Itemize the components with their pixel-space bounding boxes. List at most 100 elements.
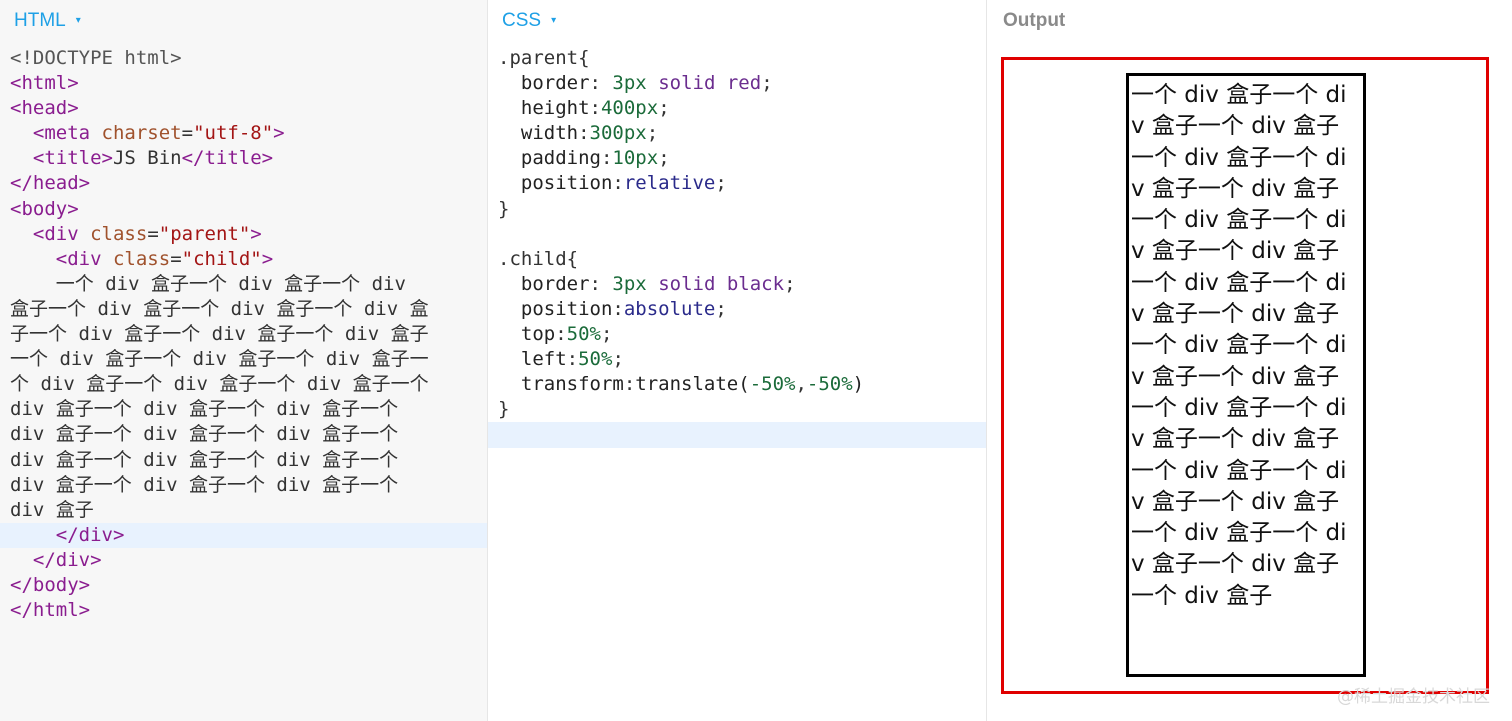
code-line: <head> xyxy=(0,96,487,121)
code-line: </head> xyxy=(0,171,487,196)
code-token: ) xyxy=(852,373,865,396)
css-number: 10px xyxy=(612,147,659,170)
css-number: -50% xyxy=(806,373,853,396)
code-token: = xyxy=(147,222,159,245)
text-token: div 盒子一个 div 盒子一个 div 盒子一个 xyxy=(10,398,399,421)
tag-token: > xyxy=(261,247,274,270)
tag-token: </div xyxy=(32,548,91,571)
code-line: <body> xyxy=(0,197,487,222)
css-number: 300px xyxy=(589,122,647,145)
tag-token: > xyxy=(67,197,79,220)
tag-token: > xyxy=(112,523,125,546)
css-property: width xyxy=(520,122,579,145)
chevron-down-icon[interactable]: ▾ xyxy=(551,15,556,26)
text-token: 子一个 div 盒子一个 div 盒子一个 div 盒子 xyxy=(10,323,429,346)
css-property: position xyxy=(520,297,613,320)
code-line: } xyxy=(488,197,986,222)
tag-token: > xyxy=(273,122,285,145)
text-token: 个 div 盒子一个 div 盒子一个 div 盒子一个 xyxy=(10,373,429,396)
string-token: "parent" xyxy=(158,222,251,245)
css-code-editor[interactable]: .parent{ border: 3px solid red; height:4… xyxy=(488,46,986,448)
tag-token: > xyxy=(90,548,102,571)
code-line: left:50%; xyxy=(488,347,986,372)
tag-token: <div xyxy=(32,222,79,245)
html-panel-tab[interactable]: HTML ▾ xyxy=(14,10,81,32)
css-property: position xyxy=(520,172,613,195)
tag-token: <html xyxy=(10,72,68,95)
code-token: } xyxy=(498,398,510,421)
code-token: ; xyxy=(715,297,727,320)
css-property: height xyxy=(520,97,590,120)
parent-div-box: 一个 div 盒子一个 div 盒子一个 div 盒子一个 div 盒子一个 d… xyxy=(1001,57,1489,694)
css-number: 50% xyxy=(566,323,601,346)
code-line: <html> xyxy=(0,71,487,96)
code-line: <meta charset="utf-8"> xyxy=(0,121,487,146)
text-token: div 盒子一个 div 盒子一个 div 盒子一个 xyxy=(10,423,399,446)
text-token: 盒子一个 div 盒子一个 div 盒子一个 div 盒 xyxy=(10,297,429,320)
code-line: border: 3px solid red; xyxy=(488,71,986,96)
css-property: left xyxy=(520,348,567,371)
code-token: : xyxy=(589,272,613,295)
code-line: </html> xyxy=(0,598,487,623)
tag-token: <body xyxy=(10,197,68,220)
text-token: 一个 div 盒子一个 div 盒子一个 div xyxy=(10,272,406,295)
code-line: div 盒子 xyxy=(0,498,487,523)
code-line: } xyxy=(488,397,986,422)
code-line: position:absolute; xyxy=(488,297,986,322)
css-property: top xyxy=(520,323,556,346)
chevron-down-icon[interactable]: ▾ xyxy=(76,15,81,26)
code-line: width:300px; xyxy=(488,121,986,146)
code-line xyxy=(488,422,986,448)
code-token: } xyxy=(498,197,510,220)
code-line: div 盒子一个 div 盒子一个 div 盒子一个 xyxy=(0,422,487,447)
code-token: ; xyxy=(715,172,727,195)
code-line: 盒子一个 div 盒子一个 div 盒子一个 div 盒 xyxy=(0,297,487,322)
attr-token: class xyxy=(90,222,148,245)
code-token: : xyxy=(589,97,601,120)
string-token: "child" xyxy=(181,247,262,270)
css-selector: .parent{ xyxy=(498,47,590,69)
tag-token: </head xyxy=(10,172,79,195)
code-line: div 盒子一个 div 盒子一个 div 盒子一个 xyxy=(0,448,487,473)
tag-token: </div xyxy=(55,523,113,546)
css-panel-tab[interactable]: CSS ▾ xyxy=(502,10,556,32)
css-keyword: black xyxy=(726,272,785,295)
code-line: .child{ xyxy=(488,247,986,272)
css-keyword: solid xyxy=(658,72,716,95)
html-code-editor[interactable]: <!DOCTYPE html> <html> <head> <meta charse… xyxy=(0,46,487,623)
code-token: ; xyxy=(761,72,773,95)
code-token: , xyxy=(795,373,807,396)
code-line: <div class="child"> xyxy=(0,247,487,272)
text-token: 一个 div 盒子一个 div 盒子一个 div 盒子一 xyxy=(10,348,429,371)
code-line: 一个 div 盒子一个 div 盒子一个 div 盒子一 xyxy=(0,347,487,372)
attr-token: class xyxy=(112,247,171,270)
code-line: position:relative; xyxy=(488,171,986,196)
tag-token: </html xyxy=(10,599,79,622)
html-editor-pane: HTML ▾ <!DOCTYPE html> <html> <head> <meta … xyxy=(0,0,488,721)
code-token: = xyxy=(181,122,194,145)
css-keyword: solid xyxy=(658,272,716,295)
string-token: "utf-8" xyxy=(193,122,274,145)
code-line: <div class="parent"> xyxy=(0,222,487,247)
text-token: JS Bin xyxy=(112,147,182,170)
code-line: </body> xyxy=(0,573,487,598)
css-keyword: red xyxy=(726,72,762,95)
code-token: : xyxy=(612,297,624,320)
code-token: : xyxy=(623,373,636,396)
watermark: @稀土掘金技术社区 xyxy=(1337,687,1490,707)
